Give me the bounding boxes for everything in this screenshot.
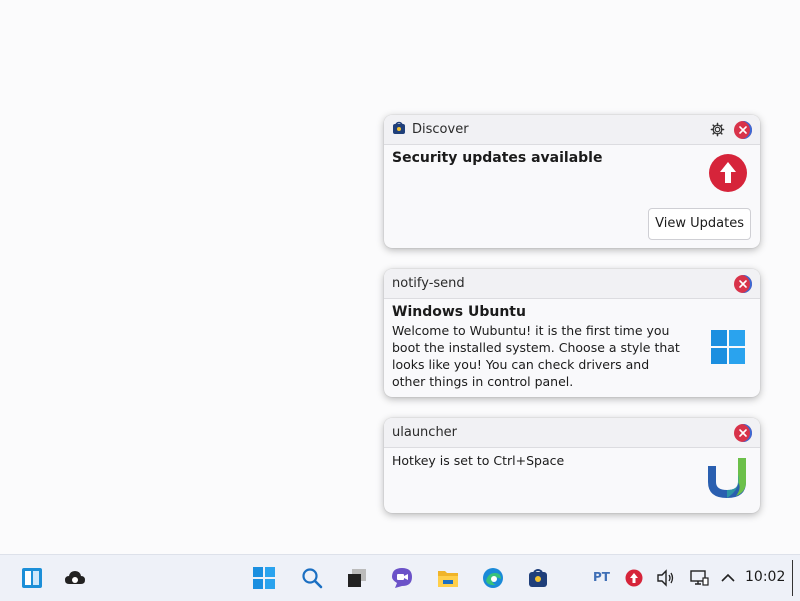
notification-app-name: Discover	[412, 122, 469, 137]
start-icon[interactable]	[253, 567, 275, 589]
close-button[interactable]	[734, 274, 752, 293]
close-button[interactable]	[734, 120, 752, 139]
network-icon[interactable]	[688, 567, 710, 589]
update-tray-icon[interactable]	[623, 567, 645, 589]
file-explorer-icon[interactable]	[437, 567, 459, 589]
chevron-up-icon[interactable]	[717, 567, 739, 589]
notification-app-name: ulauncher	[392, 425, 458, 440]
gear-icon[interactable]	[708, 121, 726, 139]
volume-icon[interactable]	[655, 567, 677, 589]
taskbar: PT 10:02	[0, 554, 800, 601]
notification-title: Windows Ubuntu	[392, 304, 526, 320]
language-indicator[interactable]: PT	[593, 570, 610, 584]
widgets-icon[interactable]	[21, 567, 43, 589]
windows-logo-icon	[711, 330, 745, 368]
notification-message: Welcome to Wubuntu! it is the first time…	[392, 323, 680, 389]
notification-header: notify-send	[384, 269, 760, 299]
clock[interactable]: 10:02	[745, 569, 785, 585]
search-icon[interactable]	[301, 567, 323, 589]
show-desktop-divider[interactable]	[792, 560, 793, 596]
notification-title: Security updates available	[392, 150, 603, 166]
notification-body: Windows Ubuntu Welcome to Wubuntu! it is…	[384, 299, 760, 394]
view-updates-button[interactable]: View Updates	[648, 208, 751, 240]
notification-notify-send[interactable]: notify-send Windows Ubuntu Welcome to Wu…	[384, 269, 760, 397]
discover-app-icon	[392, 121, 406, 139]
close-button[interactable]	[734, 423, 752, 442]
task-view-icon[interactable]	[346, 567, 368, 589]
chat-icon[interactable]	[391, 567, 413, 589]
edge-icon[interactable]	[482, 567, 504, 589]
notification-body: Hotkey is set to Ctrl+Space	[384, 448, 760, 513]
update-arrow-icon	[708, 153, 748, 197]
notification-body: Security updates available View Updates	[384, 145, 760, 248]
notification-header: Discover	[384, 115, 760, 145]
notification-discover[interactable]: Discover Security updates available View…	[384, 115, 760, 248]
cloud-sync-icon[interactable]	[64, 567, 86, 589]
discover-icon[interactable]	[527, 567, 549, 589]
notification-header: ulauncher	[384, 418, 760, 448]
notification-message: Hotkey is set to Ctrl+Space	[392, 453, 565, 468]
notification-app-name: notify-send	[392, 276, 465, 291]
notification-ulauncher[interactable]: ulauncher Hotkey is set to Ctrl+Space	[384, 418, 760, 513]
ulauncher-logo-icon	[706, 454, 748, 504]
